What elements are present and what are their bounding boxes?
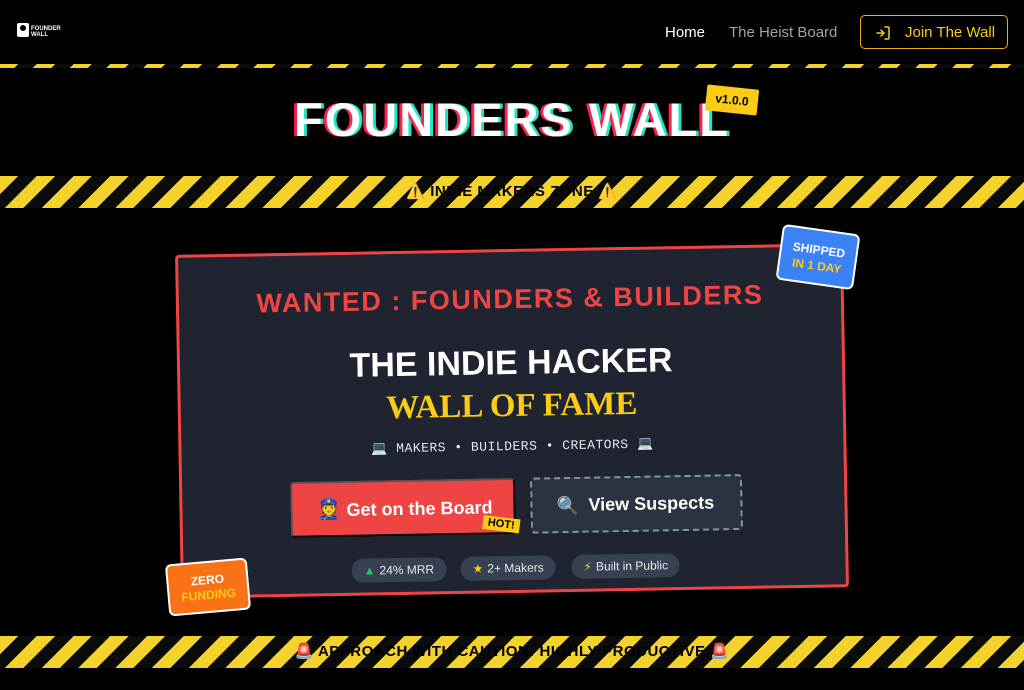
up-arrow-icon: ▲ bbox=[363, 563, 376, 578]
get-on-board-label: Get on the Board bbox=[346, 497, 493, 520]
founders-wall-logo[interactable]: FOUNDER WALL bbox=[17, 21, 61, 41]
hazard-stripe-divider bbox=[0, 64, 1024, 68]
zero-funding-stamp: ZERO FUNDING bbox=[164, 557, 252, 617]
poster-subheadline: WALL OF FAME bbox=[385, 385, 638, 427]
star-icon: ★ bbox=[472, 561, 484, 576]
stat-pill-label: 24% MRR bbox=[379, 562, 435, 578]
founder-figure-icon bbox=[17, 23, 29, 37]
nav-home-link[interactable]: Home bbox=[665, 24, 705, 42]
stat-pill-public: ⚡ Built in Public bbox=[571, 553, 681, 579]
stat-pill-label: 2+ Makers bbox=[487, 560, 544, 576]
page-title: FOUNDERS WALL bbox=[294, 93, 730, 146]
wanted-heading: WANTED : FOUNDERS & BUILDERS bbox=[256, 279, 764, 319]
version-badge: v1.0.0 bbox=[704, 84, 760, 116]
top-navbar: FOUNDER WALL Home The Heist Board Join T… bbox=[0, 0, 1024, 64]
view-suspects-button[interactable]: 🔍 View Suspects bbox=[529, 473, 743, 534]
nav-heist-board-link[interactable]: The Heist Board bbox=[729, 24, 837, 42]
lightning-icon: ⚡ bbox=[583, 559, 593, 574]
shipped-in-1-day-stamp: SHIPPED IN 1 DAY bbox=[775, 223, 861, 291]
stat-pill-mrr: ▲ 24% MRR bbox=[351, 557, 447, 583]
police-officer-icon: 👮 bbox=[316, 498, 342, 522]
caution-band-text: 🚨 APPROACH WITH CAUTION: HIGHLY PRODUCTI… bbox=[294, 643, 730, 660]
view-suspects-label: View Suspects bbox=[588, 492, 715, 515]
logo-line-2: WALL bbox=[31, 32, 48, 38]
stat-pill-makers: ★ 2+ Makers bbox=[460, 555, 556, 581]
poster-tagline: 💻 MAKERS • BUILDERS • CREATORS 💻 bbox=[371, 436, 654, 457]
wanted-poster: WANTED : FOUNDERS & BUILDERS THE INDIE H… bbox=[175, 243, 849, 599]
join-button-label: Join The Wall bbox=[905, 24, 996, 41]
poster-headline: THE INDIE HACKER bbox=[349, 341, 673, 385]
login-icon bbox=[876, 26, 890, 40]
stat-pill-label: Built in Public bbox=[595, 558, 669, 574]
join-the-wall-button[interactable]: Join The Wall bbox=[860, 15, 1008, 49]
magnifier-icon: 🔍 bbox=[556, 495, 580, 517]
indie-makers-zone-text: ⚠️ INDIE MAKERS ZONE ⚠️ bbox=[406, 183, 618, 200]
